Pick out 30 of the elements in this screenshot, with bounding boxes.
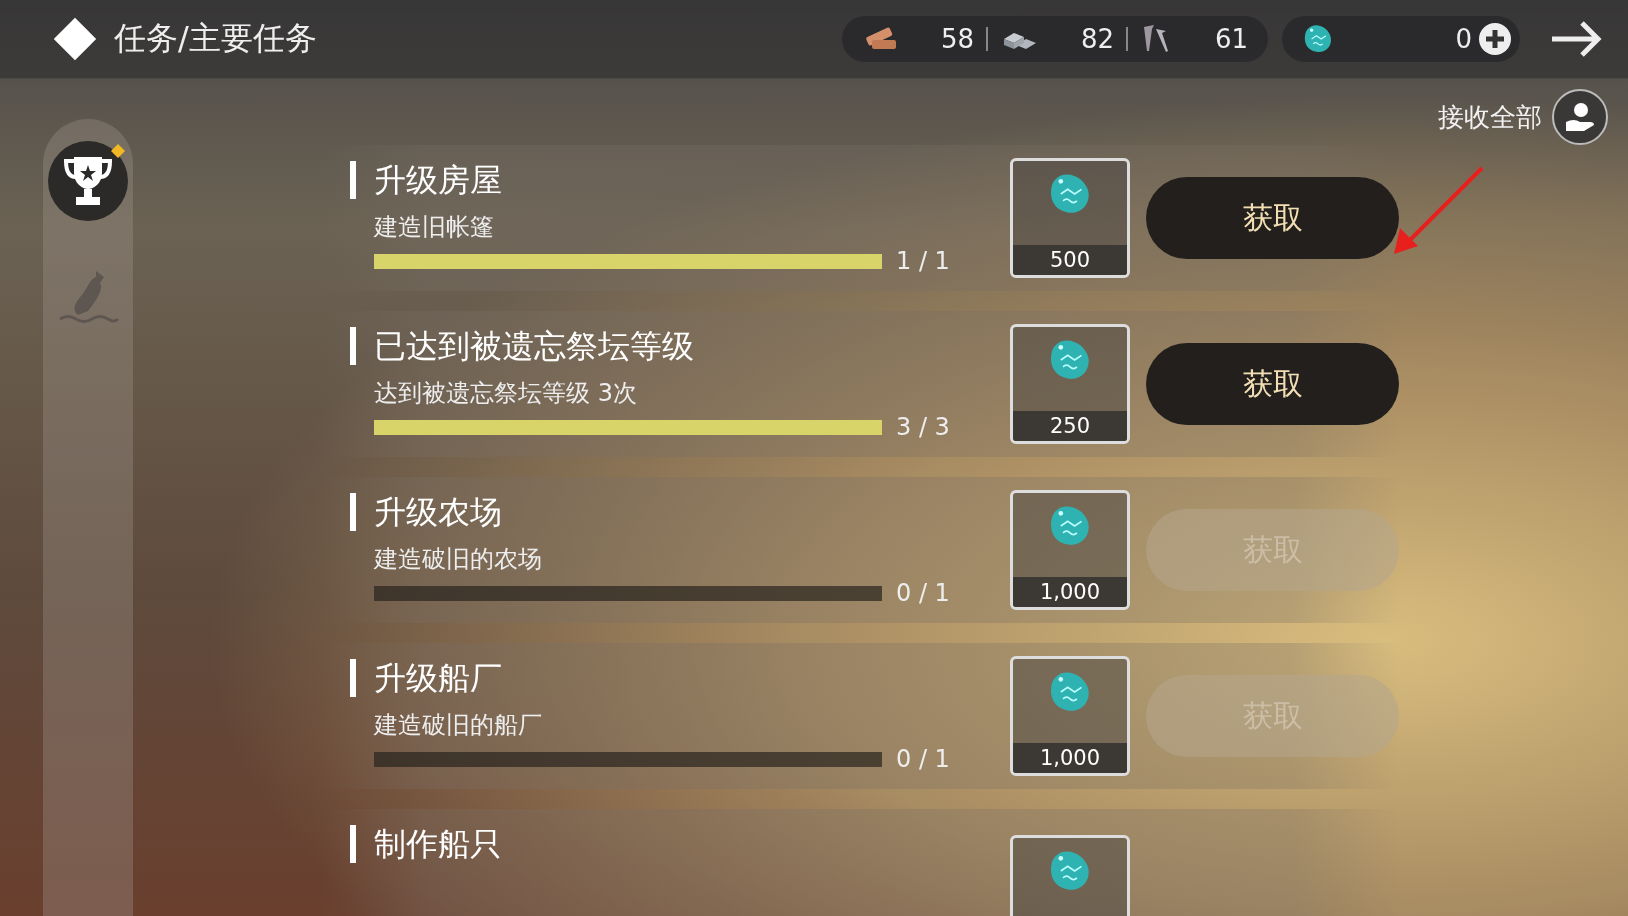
reward-amount: 1,000	[1013, 743, 1127, 773]
reward-amount: 1,000	[1013, 577, 1127, 607]
task-description: 建造破旧的船厂	[374, 710, 543, 741]
resource-count: 82	[1079, 24, 1114, 54]
task-title: 升级船厂	[350, 659, 950, 697]
claim-all-button[interactable]	[1552, 89, 1608, 145]
currency-count: 0	[1455, 24, 1472, 54]
progress-count: 3 / 3	[896, 413, 950, 441]
claim-button[interactable]: 获取	[1146, 343, 1399, 425]
task-description: 建造旧帐篷	[374, 212, 495, 243]
progress-count: 0 / 1	[896, 579, 950, 607]
resource-count: 58	[939, 24, 974, 54]
task-description: 建造破旧的农场	[374, 544, 543, 575]
claim-button[interactable]: 获取	[1146, 177, 1399, 259]
badge-icon	[110, 143, 126, 159]
task-title: 升级房屋	[350, 161, 950, 199]
claim-all-label: 接收全部	[1438, 100, 1542, 134]
task-title: 制作船只	[350, 825, 950, 863]
task-title: 已达到被遗忘祭坛等级	[350, 327, 950, 365]
task-description: 达到被遗忘祭坛等级 3次	[374, 378, 638, 409]
plus-icon[interactable]	[1478, 22, 1512, 56]
reward-amount: 250	[1013, 411, 1127, 441]
gem-icon	[1302, 23, 1334, 55]
reward-amount: 500	[1013, 245, 1127, 275]
progress-count: 1 / 1	[896, 247, 950, 275]
progress-count: 0 / 1	[896, 745, 950, 773]
task-title: 升级农场	[350, 493, 950, 531]
page-title: 任务/主要任务	[114, 18, 317, 59]
sidebar-tab[interactable]	[48, 141, 128, 221]
resource-count: 61	[1213, 24, 1248, 54]
